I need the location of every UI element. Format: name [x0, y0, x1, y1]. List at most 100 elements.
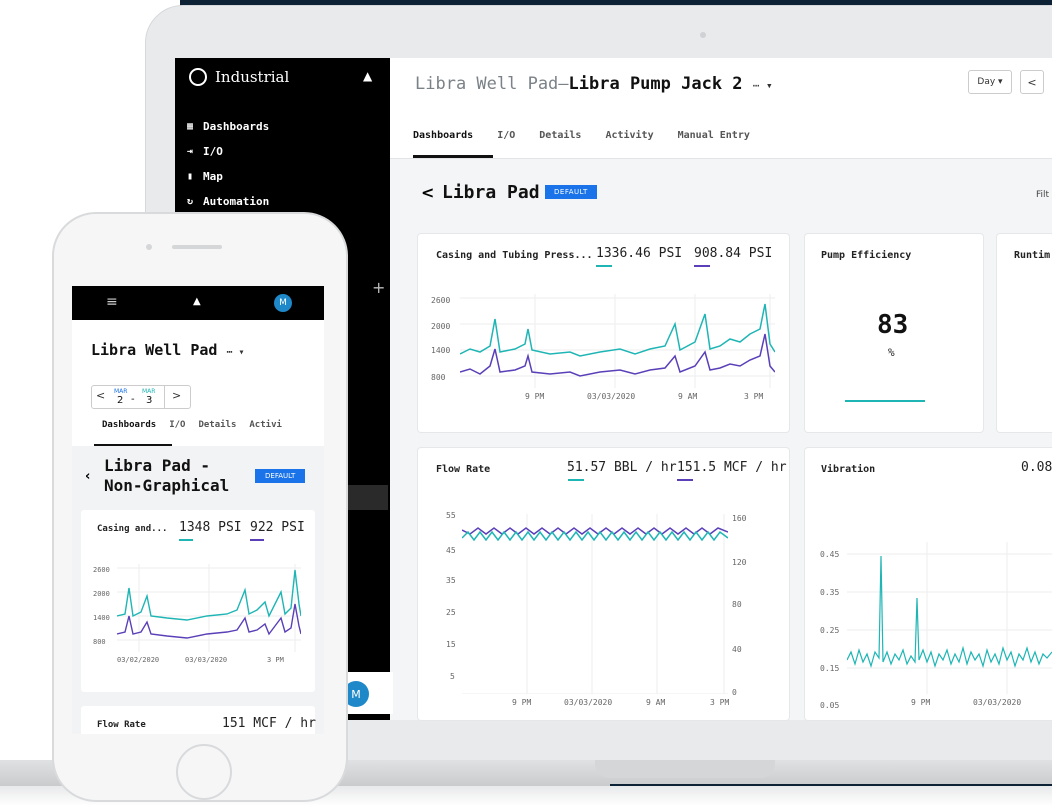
mobile-date-range[interactable]: < MAR 2 - MAR 3 >: [91, 385, 191, 409]
date-from-month: MAR: [114, 388, 128, 395]
tab-manual-entry[interactable]: Manual Entry: [678, 130, 750, 141]
card-title: Casing and...: [97, 524, 168, 534]
pump-efficiency-card[interactable]: Pump Efficiency 83 %: [805, 234, 983, 432]
y-tick-left: 35: [446, 576, 456, 585]
casing-pressure-value: 908.84 PSI: [694, 246, 773, 261]
notifications-bell-icon[interactable]: ▲: [363, 69, 372, 83]
x-tick: 03/03/2020: [973, 698, 1022, 707]
default-badge: DEFAULT: [255, 469, 306, 483]
tab-dashboards[interactable]: Dashboards: [102, 420, 156, 430]
back-chevron-icon[interactable]: <: [421, 183, 434, 202]
mobile-page-title: Libra Well Pad ⋯ ▾: [91, 341, 245, 359]
card-title: Vibration: [821, 464, 876, 475]
y-tick-right: 80: [732, 600, 742, 609]
dashboard-title-line2: Non-Graphical: [104, 476, 230, 495]
mobile-pressure-line-chart: [117, 564, 301, 652]
series-legend-purple: [250, 539, 264, 541]
mobile-tabs: Dashboards I/O Details Activi: [102, 420, 282, 430]
vibration-line-chart: [847, 542, 1052, 694]
date-prev-chevron-icon[interactable]: <: [96, 389, 105, 402]
card-title: Pump Efficiency: [821, 250, 912, 261]
gas-flow-series: [462, 527, 728, 535]
sidebar-item-label: Dashboards: [203, 120, 270, 133]
mobile-top-bar: ≡ ▲ M: [72, 286, 324, 320]
mobile-flow-rate-card[interactable]: Flow Rate 151 MCF / hr: [81, 706, 316, 734]
vibration-card[interactable]: Vibration 0.08 0.45 0.35 0.25 0.15 0.05 …: [805, 448, 1052, 720]
date-separator: -: [131, 394, 135, 405]
tab-io[interactable]: I/O: [169, 420, 185, 430]
y-tick-left: 55: [446, 511, 456, 520]
mobile-pressure-card[interactable]: Casing and... 1348 PSI 922 PSI 2600 2000…: [81, 510, 315, 692]
dashboard-title-line1: Libra Pad -: [104, 456, 210, 475]
page-title: Libra Well Pad—Libra Pump Jack 2 ⋯ ▾: [415, 74, 773, 94]
dashboard-title: Libra Pad: [442, 182, 540, 203]
mobile-active-tab-indicator: [94, 444, 172, 446]
phone-home-button[interactable]: [176, 744, 232, 800]
hamburger-menu-icon[interactable]: ≡: [106, 294, 118, 310]
x-tick: 03/03/2020: [587, 392, 636, 401]
mobile-title-more-menu[interactable]: ⋯ ▾: [226, 347, 244, 358]
notifications-bell-icon[interactable]: ▲: [193, 296, 201, 307]
sidebar-item-automation[interactable]: ↻ Automation: [187, 189, 269, 214]
y-tick-left: 45: [446, 546, 456, 555]
y-tick: 0.45: [820, 550, 840, 559]
gas-flow-value: 151 MCF / hr: [222, 716, 316, 731]
sidebar-item-dashboards[interactable]: ▦ Dashboards: [187, 114, 269, 139]
tab-activity[interactable]: Activi: [249, 420, 282, 430]
pressure-card[interactable]: Casing and Tubing Press... 1336.46 PSI 9…: [418, 234, 789, 432]
y-tick: 2000: [431, 322, 451, 331]
x-tick: 03/03/2020: [185, 656, 228, 664]
x-tick: 3 PM: [267, 656, 284, 664]
dashboards-icon: ▦: [187, 120, 194, 132]
y-tick: 0.05: [820, 701, 840, 710]
y-tick: 2600: [431, 296, 451, 305]
tab-dashboards[interactable]: Dashboards: [413, 130, 473, 141]
laptop-camera: [700, 32, 706, 38]
card-title: Runtim: [1014, 250, 1051, 261]
date-divider: [164, 386, 165, 408]
card-title: Casing and Tubing Press...: [436, 250, 593, 261]
tab-activity[interactable]: Activity: [605, 130, 653, 141]
tab-details[interactable]: Details: [198, 420, 236, 430]
laptop-notch: [595, 760, 775, 778]
brand[interactable]: Industrial: [189, 68, 289, 86]
tubing-pressure-value: 1348 PSI: [179, 520, 242, 535]
series-legend-purple: [694, 265, 710, 267]
y-tick: 0.25: [820, 626, 840, 635]
date-from-day: 2: [117, 395, 124, 406]
tab-details[interactable]: Details: [539, 130, 581, 141]
x-tick: 3 PM: [710, 698, 730, 707]
y-tick: 2600: [93, 566, 110, 574]
flow-rate-card[interactable]: Flow Rate 51.57 BBL / hr 151.5 MCF / hr …: [418, 448, 789, 720]
tab-io[interactable]: I/O: [497, 130, 515, 141]
io-icon: ⇥: [187, 145, 194, 157]
phone-speaker: [172, 245, 222, 249]
sidebar-item-map[interactable]: ▮ Map: [187, 164, 269, 189]
x-tick: 9 PM: [512, 698, 532, 707]
y-tick-right: 160: [732, 514, 747, 523]
range-select-button[interactable]: Day ▾: [968, 70, 1012, 94]
title-more-menu[interactable]: ⋯ ▾: [753, 79, 773, 92]
active-tab-indicator: [413, 155, 493, 158]
add-dashboard-icon[interactable]: +: [372, 278, 385, 297]
tubing-pressure-value: 1336.46 PSI: [596, 246, 683, 261]
series-legend-teal: [179, 539, 193, 541]
filter-button[interactable]: Filt: [1036, 190, 1049, 200]
y-tick-right: 0: [732, 688, 737, 697]
x-tick: 9 PM: [525, 392, 545, 401]
tubing-pressure-series: [460, 303, 775, 357]
map-icon: ▮: [187, 170, 194, 182]
brand-name: Industrial: [215, 68, 290, 86]
sidebar-item-label: I/O: [203, 145, 223, 158]
x-tick: 9 PM: [911, 698, 931, 707]
back-chevron-icon[interactable]: ‹: [85, 469, 90, 484]
y-tick-left: 15: [446, 640, 456, 649]
tabs: Dashboards I/O Details Activity Manual E…: [413, 130, 750, 141]
y-tick: 1400: [431, 346, 451, 355]
date-next-chevron-icon[interactable]: >: [172, 389, 181, 402]
previous-range-button[interactable]: <: [1020, 70, 1044, 94]
y-tick: 800: [93, 638, 106, 646]
runtime-card[interactable]: Runtim: [997, 234, 1052, 432]
avatar[interactable]: M: [274, 294, 292, 312]
sidebar-item-io[interactable]: ⇥ I/O: [187, 139, 269, 164]
